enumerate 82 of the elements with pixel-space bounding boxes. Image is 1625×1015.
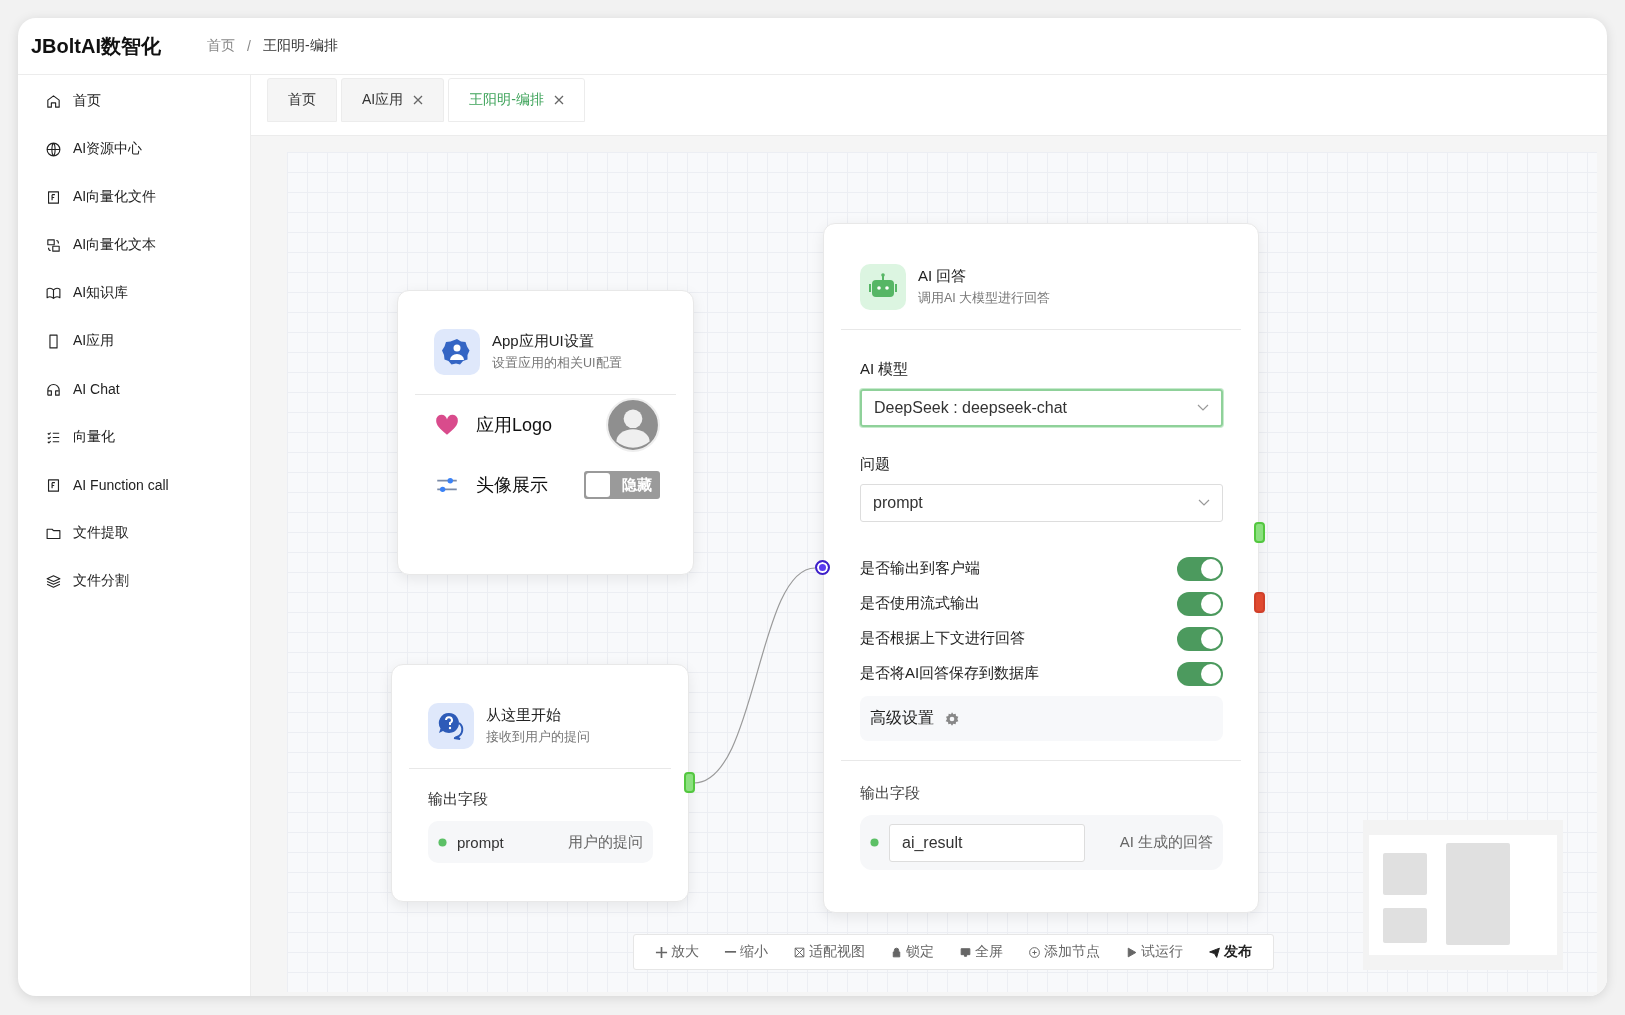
section-label: 输出字段	[860, 784, 921, 803]
status-dot	[438, 837, 447, 847]
field-name-input[interactable]: ai_result	[889, 823, 1085, 862]
node-subtitle: 调用AI 大模型进行回答	[918, 290, 1051, 307]
option-label: 是否输出到客户端	[860, 559, 980, 578]
menu-item-icon	[45, 140, 62, 158]
toolbar-icon	[792, 945, 806, 959]
settings-icon	[944, 710, 960, 727]
robot-icon	[860, 264, 906, 310]
breadcrumb-link[interactable]: 王阳明-编排	[262, 37, 338, 55]
chevron-down-icon	[1198, 499, 1210, 507]
toggle-switch[interactable]	[1177, 556, 1223, 581]
advanced-settings-button[interactable]: 高级设置	[860, 696, 1223, 741]
question-chat-icon	[428, 703, 474, 749]
node-card[interactable]: AI 回答 调用AI 大模型进行回答 AI 模型 DeepSeek : deepseek-chat 问题 prompt 是否输出到客户端 是否使用流式输出 是否根据上下文进行回答 是否将AI回答保存到数据库 高级设置 输出字段 ai_result AI 生成的回答	[823, 223, 1259, 913]
node-card[interactable]: App应用UI设置 设置应用的相关UI配置 应用Logo 头像展示 隐藏	[397, 290, 694, 575]
toolbar-button[interactable]: 试运行	[1125, 943, 1184, 961]
toolbar-icon	[1208, 945, 1222, 959]
breadcrumb-link[interactable]: 首页	[207, 37, 235, 55]
connection-handle[interactable]	[684, 772, 695, 793]
question-select[interactable]: prompt	[860, 484, 1223, 522]
field-description: AI 生成的回答	[1119, 833, 1213, 852]
toolbar-button[interactable]: 添加节点	[1028, 943, 1101, 961]
sidebar-item[interactable]: AI Function call	[18, 461, 250, 509]
sidebar-item[interactable]: AI Chat	[18, 365, 250, 413]
toolbar-icon	[1028, 945, 1042, 959]
menu-item-icon	[45, 572, 62, 590]
toggle-switch[interactable]	[1177, 626, 1223, 651]
field-label: AI 模型	[860, 360, 910, 379]
option-label: 是否使用流式输出	[860, 594, 980, 613]
connection-handle[interactable]	[1254, 522, 1265, 543]
node-title: 从这里开始	[486, 706, 562, 725]
field-description: 用户的提问	[568, 832, 643, 852]
menu-item-icon	[45, 476, 62, 494]
sidebar-item[interactable]: 向量化	[18, 413, 250, 461]
menu-item-icon	[45, 236, 62, 254]
user-badge-icon	[434, 329, 480, 375]
field-label: 头像展示	[476, 474, 549, 497]
toolbar-button[interactable]: 发布	[1208, 943, 1253, 961]
section-label: 输出字段	[427, 789, 489, 809]
toolbar-icon	[959, 945, 973, 959]
tab[interactable]: AI应用	[341, 78, 445, 122]
sidebar-item[interactable]: AI知识库	[18, 269, 250, 317]
node-subtitle: 设置应用的相关UI配置	[492, 355, 622, 372]
sidebar-item[interactable]: 文件提取	[18, 509, 250, 557]
status-dot	[870, 838, 879, 847]
node-title: App应用UI设置	[492, 332, 595, 351]
field-name: prompt	[457, 833, 505, 851]
field-label: 应用Logo	[476, 414, 554, 437]
breadcrumb-separator: /	[247, 38, 251, 54]
connection-handle[interactable]	[1254, 592, 1265, 613]
option-label: 是否将AI回答保存到数据库	[860, 664, 1040, 683]
sidebar-item[interactable]: AI资源中心	[18, 125, 250, 173]
toolbar-icon	[654, 945, 668, 959]
menu-item-icon	[45, 92, 62, 110]
toolbar-button[interactable]: 全屏	[959, 943, 1004, 961]
toolbar-icon	[1125, 945, 1139, 959]
node-subtitle: 接收到用户的提问	[486, 729, 590, 746]
field-label: 问题	[860, 455, 891, 474]
sidebar-item[interactable]: 首页	[18, 77, 250, 125]
sidebar-item[interactable]: 文件分割	[18, 557, 250, 605]
toolbar-button[interactable]: 锁定	[889, 943, 934, 961]
close-icon[interactable]	[413, 95, 424, 105]
brand-logo: JBoltAI数智化	[31, 33, 161, 59]
chevron-down-icon	[1197, 404, 1209, 412]
option-label: 是否根据上下文进行回答	[860, 629, 1025, 648]
sidebar-item[interactable]: AI应用	[18, 317, 250, 365]
node-title: AI 回答	[918, 267, 968, 286]
model-select[interactable]: DeepSeek : deepseek-chat	[860, 389, 1223, 427]
sidebar-item[interactable]: AI向量化文件	[18, 173, 250, 221]
toolbar-button[interactable]: 适配视图	[792, 943, 865, 961]
close-icon[interactable]	[553, 95, 564, 105]
toggle-switch[interactable]	[1177, 661, 1223, 686]
sidebar-item[interactable]: AI向量化文本	[18, 221, 250, 269]
toolbar-button[interactable]: 缩小	[723, 943, 768, 961]
avatar[interactable]	[606, 398, 660, 452]
node-card[interactable]: 从这里开始 接收到用户的提问 输出字段 prompt 用户的提问	[391, 664, 689, 902]
toolbar-icon	[723, 950, 737, 954]
tab[interactable]: 首页	[267, 78, 337, 122]
menu-item-icon	[45, 188, 62, 206]
toggle-switch[interactable]	[1177, 591, 1223, 616]
toolbar-button[interactable]: 放大	[654, 943, 699, 961]
